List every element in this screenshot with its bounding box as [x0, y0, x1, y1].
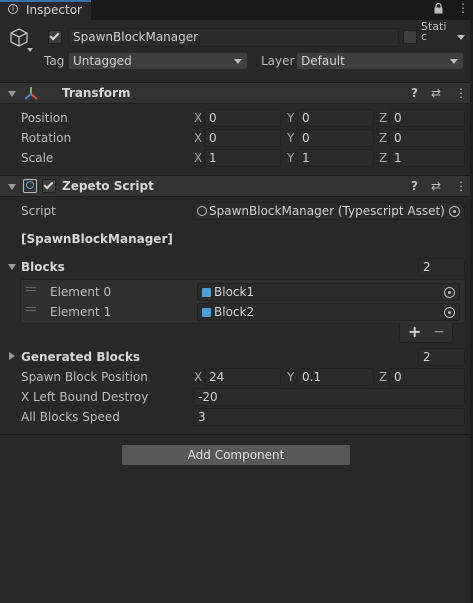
element-0-object-field[interactable]: Block1 [197, 283, 460, 301]
drag-handle-icon[interactable] [26, 287, 36, 291]
prefab-icon [202, 308, 211, 317]
axis-x-label[interactable]: X [194, 369, 202, 385]
blocks-size-input[interactable]: 2 [418, 258, 465, 276]
tag-dropdown[interactable]: Untagged [68, 52, 248, 70]
script-object-field[interactable]: SpawnBlockManager (Typescript Asset) [193, 202, 465, 220]
layer-label: Layer [261, 54, 295, 68]
axis-x-label[interactable]: X [194, 150, 202, 166]
preset-icon[interactable]: ⇄ [431, 179, 441, 193]
rotation-y-input[interactable]: 0 [297, 129, 374, 147]
blocks-label: Blocks [21, 260, 65, 274]
tag-label: Tag [44, 54, 65, 68]
tab-title: Inspector [26, 3, 82, 17]
prefab-icon [202, 288, 211, 297]
scale-z-input[interactable]: 1 [389, 149, 465, 167]
all-blocks-speed-input[interactable]: 3 [193, 408, 465, 426]
class-header: [SpawnBlockManager] [21, 232, 173, 246]
axis-x-label[interactable]: X [194, 130, 202, 146]
position-z-input[interactable]: 0 [389, 109, 465, 127]
generated-foldout-arrow-icon[interactable] [9, 352, 15, 360]
zepeto-script-title: Zepeto Script [62, 179, 154, 193]
element-1-object-field[interactable]: Block2 [197, 303, 460, 321]
spawn-z-input[interactable]: 0 [389, 368, 465, 386]
gameobject-icon [9, 28, 29, 53]
element-0-label: Element 0 [50, 285, 112, 299]
object-picker-icon[interactable] [444, 287, 455, 298]
layer-value: Default [301, 54, 345, 68]
chevron-down-icon [234, 59, 242, 64]
add-component-label: Add Component [187, 448, 285, 462]
script-icon [23, 179, 37, 193]
blocks-foldout-arrow-icon[interactable] [8, 264, 16, 270]
script-value: SpawnBlockManager (Typescript Asset) [209, 204, 445, 218]
checkmark-icon [43, 179, 54, 190]
element-0-value: Block1 [214, 285, 255, 299]
spawn-position-label: Spawn Block Position [21, 370, 148, 384]
layer-dropdown[interactable]: Default [296, 52, 464, 70]
add-element-button[interactable]: + [408, 323, 421, 341]
help-icon[interactable]: ? [411, 86, 418, 100]
axis-y-label[interactable]: Y [287, 130, 294, 146]
scale-label: Scale [21, 151, 54, 165]
static-dropdown-caret[interactable] [457, 35, 465, 40]
static-label: Stati c [421, 22, 447, 43]
active-checkbox[interactable] [48, 30, 62, 44]
checkmark-icon [49, 30, 60, 41]
position-x-input[interactable]: 0 [204, 109, 281, 127]
context-menu-icon[interactable]: ⋮ [455, 86, 467, 100]
gameobject-dropdown-caret[interactable] [27, 48, 33, 52]
static-checkbox[interactable] [403, 30, 417, 44]
axis-z-label[interactable]: Z [379, 130, 387, 146]
tab-inspector[interactable]: i Inspector [0, 0, 91, 21]
divider [0, 434, 473, 435]
more-menu-icon[interactable]: ⋮ [457, 2, 469, 14]
chevron-down-icon [450, 59, 458, 64]
component-enabled-checkbox[interactable] [42, 179, 56, 193]
zepeto-script-header[interactable]: Zepeto Script ? ⇄ ⋮ [0, 175, 473, 197]
generated-blocks-size-input[interactable]: 2 [418, 348, 465, 366]
rotation-x-input[interactable]: 0 [204, 129, 281, 147]
remove-element-button[interactable]: − [433, 323, 445, 341]
generated-blocks-label: Generated Blocks [21, 350, 141, 364]
scale-y-input[interactable]: 1 [297, 149, 374, 167]
object-picker-icon[interactable] [444, 307, 455, 318]
object-picker-icon[interactable] [449, 206, 460, 217]
axis-y-label[interactable]: Y [287, 369, 294, 385]
axis-z-label[interactable]: Z [379, 369, 387, 385]
drag-handle-icon[interactable] [26, 307, 36, 311]
axis-z-label[interactable]: Z [379, 150, 387, 166]
transform-header[interactable]: Transform ? ⇄ ⋮ [0, 82, 473, 104]
foldout-arrow-icon[interactable] [8, 184, 16, 190]
typescript-asset-icon [197, 206, 207, 216]
rotation-z-input[interactable]: 0 [389, 129, 465, 147]
element-1-value: Block2 [214, 305, 255, 319]
x-left-bound-label: X Left Bound Destroy [21, 390, 149, 404]
position-y-input[interactable]: 0 [297, 109, 374, 127]
preset-icon[interactable]: ⇄ [431, 86, 441, 100]
x-left-bound-input[interactable]: -20 [193, 388, 465, 406]
context-menu-icon[interactable]: ⋮ [455, 179, 467, 193]
tag-value: Untagged [73, 54, 132, 68]
lock-icon[interactable] [434, 2, 443, 14]
transform-title: Transform [62, 86, 131, 100]
element-1-label: Element 1 [50, 305, 112, 319]
foldout-arrow-icon[interactable] [8, 91, 16, 97]
add-component-button[interactable]: Add Component [121, 444, 351, 466]
gameobject-name-input[interactable]: SpawnBlockManager [68, 28, 399, 47]
axis-y-label[interactable]: Y [287, 110, 294, 126]
script-label: Script [21, 204, 56, 218]
spawn-x-input[interactable]: 24 [204, 368, 281, 386]
help-icon[interactable]: ? [411, 179, 418, 193]
scale-x-input[interactable]: 1 [204, 149, 281, 167]
all-blocks-speed-label: All Blocks Speed [21, 410, 120, 424]
info-icon: i [8, 4, 18, 14]
transform-icon [23, 86, 39, 104]
rotation-label: Rotation [21, 131, 72, 145]
axis-x-label[interactable]: X [194, 110, 202, 126]
position-label: Position [21, 111, 68, 125]
axis-y-label[interactable]: Y [287, 150, 294, 166]
spawn-y-input[interactable]: 0.1 [297, 368, 374, 386]
axis-z-label[interactable]: Z [379, 110, 387, 126]
